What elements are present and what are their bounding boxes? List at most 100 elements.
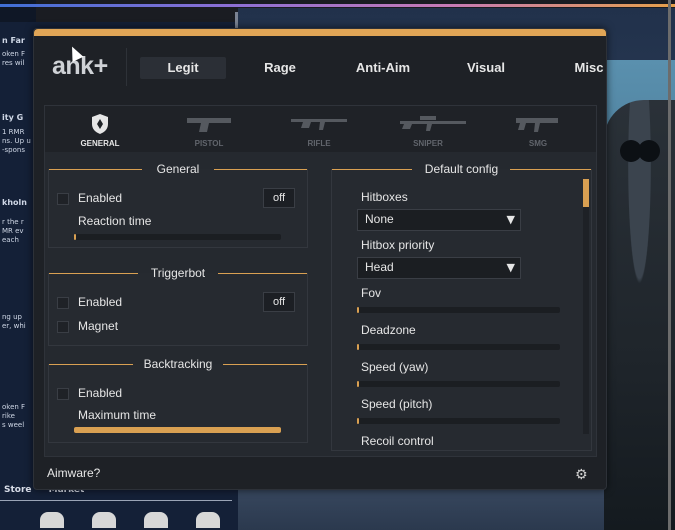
weapon-label: PISTOL xyxy=(194,139,224,148)
tab-legit[interactable]: Legit xyxy=(140,57,226,79)
scroll-thumb[interactable] xyxy=(583,179,589,207)
side-text-6: ng up er, whi xyxy=(2,313,26,330)
deadzone-slider[interactable] xyxy=(357,344,560,350)
side-text-4: kholn xyxy=(2,198,27,207)
cheat-menu-window[interactable]: ank+ Legit Rage Anti-Aim Visual Misc GEN… xyxy=(33,28,607,490)
gas-mask-figure xyxy=(620,140,642,162)
deadzone-label: Deadzone xyxy=(361,323,416,337)
checkbox[interactable] xyxy=(57,297,69,309)
checkbox-label: Enabled xyxy=(78,295,123,309)
menu-content: GENERAL PISTOL RIFLE SNIPER SMG General … xyxy=(44,105,597,457)
group-backtracking: Backtracking Enabled Maximum time xyxy=(48,357,308,443)
side-text-2: ity G xyxy=(2,113,24,122)
item-icon[interactable] xyxy=(196,512,220,528)
side-text-5: r the r MR ev each xyxy=(2,218,24,244)
checkbox-label: Enabled xyxy=(78,386,123,400)
tab-rage[interactable]: Rage xyxy=(237,57,323,79)
general-enabled-checkbox[interactable]: Enabled xyxy=(57,191,257,207)
gear-icon[interactable]: ⚙ xyxy=(575,468,588,482)
sniper-icon xyxy=(400,116,466,131)
reaction-time-slider[interactable] xyxy=(74,234,281,240)
group-triggerbot: Triggerbot Enabled off Magnet xyxy=(48,266,308,346)
smg-icon xyxy=(516,118,558,132)
dropdown-value: None xyxy=(365,212,394,226)
speed-yaw-slider[interactable] xyxy=(357,381,560,387)
reaction-time-label: Reaction time xyxy=(78,214,152,228)
checkbox-label: Enabled xyxy=(78,191,123,205)
top-gradient-line xyxy=(0,4,675,7)
fov-label: Fov xyxy=(361,286,382,300)
rifle-icon xyxy=(291,119,347,130)
weapon-label: RIFLE xyxy=(307,139,331,148)
slider-fill xyxy=(74,427,281,433)
side-text-7: oken F rike s weel xyxy=(2,403,26,429)
tab-misc[interactable]: Misc xyxy=(540,57,638,79)
side-text-0: n Far xyxy=(2,36,25,45)
fov-slider[interactable] xyxy=(357,307,560,313)
config-scrollbar[interactable] xyxy=(583,179,589,434)
backtracking-enabled-checkbox[interactable]: Enabled xyxy=(57,386,257,402)
speed-pitch-slider[interactable] xyxy=(357,418,560,424)
triggerbot-enabled-checkbox[interactable]: Enabled xyxy=(57,295,257,311)
hitbox-priority-label: Hitbox priority xyxy=(361,238,435,252)
shield-icon xyxy=(92,114,108,134)
footer-text: Aimware? xyxy=(47,466,101,480)
checkbox[interactable] xyxy=(57,193,69,205)
slider-fill xyxy=(357,418,360,424)
checkbox[interactable] xyxy=(57,388,69,400)
weapon-tab-rifle[interactable]: RIFLE xyxy=(274,106,364,152)
triggerbot-key-button[interactable]: off xyxy=(263,292,295,312)
hitbox-priority-dropdown[interactable]: Head ▼ xyxy=(357,257,521,279)
side-text-1: oken F res wil xyxy=(2,50,26,67)
checkbox[interactable] xyxy=(57,321,69,333)
soldier-figure xyxy=(604,100,675,530)
weapon-label: SNIPER xyxy=(413,139,443,148)
group-general: General Enabled off Reaction time xyxy=(48,162,308,248)
weapon-tab-pistol[interactable]: PISTOL xyxy=(164,106,254,152)
speed-yaw-label: Speed (yaw) xyxy=(361,360,429,374)
dropdown-value: Head xyxy=(365,260,394,274)
weapon-tab-sniper[interactable]: SNIPER xyxy=(383,106,473,152)
side-text-3: 1 RMR ns. Up u -spons xyxy=(2,128,31,154)
pistol-icon xyxy=(187,118,231,132)
logo-divider xyxy=(126,48,127,86)
bottom-icons xyxy=(40,512,220,528)
weapon-tab-general[interactable]: GENERAL xyxy=(55,106,145,152)
magnet-checkbox[interactable]: Magnet xyxy=(57,319,257,335)
slider-fill xyxy=(357,344,360,350)
checkbox-label: Magnet xyxy=(78,319,119,333)
recoil-control-label: Recoil control xyxy=(361,434,434,448)
tab-anti-aim[interactable]: Anti-Aim xyxy=(334,57,432,79)
group-title: Triggerbot xyxy=(150,266,206,280)
item-icon[interactable] xyxy=(40,512,64,528)
menu-accent-bar[interactable] xyxy=(34,29,606,36)
group-default-config: Default config Hitboxes None ▼ Hitbox pr… xyxy=(331,162,592,451)
weapon-label: GENERAL xyxy=(80,139,120,148)
group-title: General xyxy=(156,162,200,176)
maximum-time-label: Maximum time xyxy=(78,408,157,422)
speed-pitch-label: Speed (pitch) xyxy=(361,397,433,411)
tab-visual[interactable]: Visual xyxy=(443,57,529,79)
weapon-label: SMG xyxy=(528,139,548,148)
store-link[interactable]: Store xyxy=(4,485,32,495)
general-key-button[interactable]: off xyxy=(263,188,295,208)
weapon-selector: GENERAL PISTOL RIFLE SNIPER SMG xyxy=(45,106,596,152)
maximum-time-slider[interactable] xyxy=(74,427,281,433)
item-icon[interactable] xyxy=(144,512,168,528)
hitboxes-label: Hitboxes xyxy=(361,190,408,204)
item-icon[interactable] xyxy=(92,512,116,528)
weapon-tab-smg[interactable]: SMG xyxy=(493,106,583,152)
menu-header: ank+ Legit Rage Anti-Aim Visual Misc xyxy=(34,36,606,96)
group-title: Default config xyxy=(424,162,499,176)
chevron-down-icon: ▼ xyxy=(506,213,515,226)
slider-fill xyxy=(357,307,360,313)
slider-fill xyxy=(74,234,77,240)
top-marker xyxy=(235,12,238,28)
hitboxes-dropdown[interactable]: None ▼ xyxy=(357,209,521,231)
slider-fill xyxy=(357,381,360,387)
window-frame-right xyxy=(668,0,671,530)
chevron-down-icon: ▼ xyxy=(506,261,515,274)
group-title: Backtracking xyxy=(143,357,213,371)
bottom-divider xyxy=(0,500,232,501)
main-tabs: Legit Rage Anti-Aim Visual Misc xyxy=(140,57,649,79)
